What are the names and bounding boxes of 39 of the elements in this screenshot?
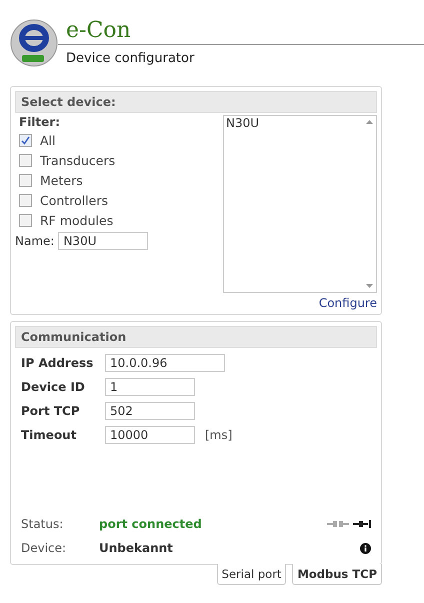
checkbox-label: RF modules	[40, 213, 114, 228]
checkbox-label: Transducers	[40, 153, 116, 168]
input-field[interactable]: 10.0.0.96	[105, 354, 225, 372]
info-icon[interactable]	[360, 542, 371, 554]
field-label: Port TCP	[21, 404, 81, 418]
device-label: Device:	[21, 541, 68, 555]
checkbox[interactable]	[19, 174, 32, 187]
checkbox-label: All	[40, 133, 56, 148]
device-list[interactable]: N30U	[223, 115, 377, 293]
configure-link[interactable]: Configure	[318, 296, 377, 310]
input-field[interactable]: 10000	[105, 426, 195, 444]
checkbox[interactable]	[19, 134, 32, 147]
checkbox-label: Controllers	[40, 193, 108, 208]
tab[interactable]: Modbus TCP	[292, 564, 382, 585]
unit-label: [ms]	[205, 428, 232, 442]
status-value: port connected	[99, 517, 203, 531]
input-field[interactable]: 502	[105, 402, 195, 420]
tab[interactable]: Serial port	[216, 564, 286, 585]
scroll-down-icon[interactable]	[366, 284, 372, 288]
input-field[interactable]: 1	[105, 378, 195, 396]
name-field[interactable]: N30U	[58, 232, 148, 250]
panel-title: Communication	[15, 326, 377, 348]
name-label: Name:	[14, 234, 54, 248]
checkbox-label: Meters	[40, 173, 83, 188]
checkbox[interactable]	[19, 194, 32, 207]
checkbox[interactable]	[19, 214, 32, 227]
panel-title: Select device:	[15, 91, 377, 113]
device-value: Unbekannt	[99, 541, 174, 555]
status-label: Status:	[21, 517, 64, 531]
filter-label: Filter:	[18, 115, 62, 129]
app-title: e-Con	[58, 18, 424, 45]
app-subtitle: Device configurator	[65, 51, 196, 66]
scroll-up-icon[interactable]	[366, 120, 372, 124]
list-item[interactable]: N30U	[224, 116, 362, 130]
field-label: Device ID	[21, 380, 86, 394]
logo-icon	[10, 18, 58, 68]
checkbox[interactable]	[19, 154, 32, 167]
field-label: Timeout	[21, 428, 78, 442]
field-label: IP Address	[21, 356, 94, 370]
